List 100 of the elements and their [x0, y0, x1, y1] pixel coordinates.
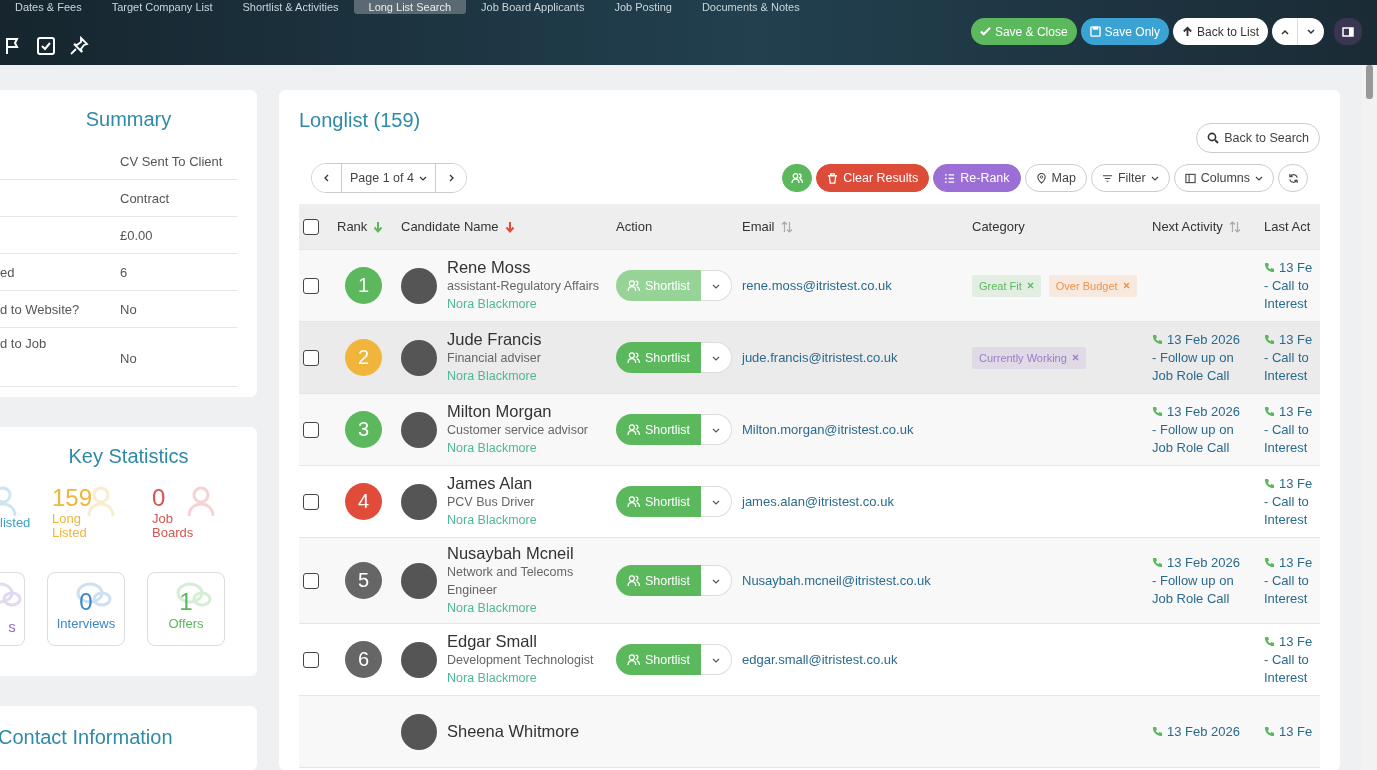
- email-link[interactable]: Nusaybah.mcneil@itristest.co.uk: [742, 573, 931, 588]
- sort-icon[interactable]: [780, 220, 793, 233]
- tab[interactable]: Shortlist & Activities: [227, 0, 354, 14]
- column-header[interactable]: Email: [742, 219, 775, 234]
- filter-icon: [1101, 172, 1113, 184]
- stat-card[interactable]: 0 Interviews: [47, 572, 125, 646]
- email-link[interactable]: Milton.morgan@itristest.co.uk: [742, 422, 914, 437]
- avatar-photo-placeholder: [401, 483, 437, 520]
- tab[interactable]: Documents & Notes: [686, 0, 815, 14]
- toolbar-button[interactable]: Re-Rank: [933, 164, 1021, 192]
- tab[interactable]: Long List Search: [353, 0, 467, 14]
- avatar-photo-placeholder: [401, 411, 437, 448]
- table-row[interactable]: 2 Jude Francis Financial adviser Nora Blackmore Shortlist jude.francis@itristest.co.uk Currently Working 13 Feb 2026 - Follow up on Job Role Call 13 Fe - Call to Interest: [299, 322, 1320, 394]
- activity-text[interactable]: - Follow up on Job Role Call: [1152, 571, 1252, 608]
- candidate-name[interactable]: Nusaybah Mcneil: [447, 544, 607, 563]
- avatar-photo-placeholder: [401, 641, 437, 678]
- table-row[interactable]: 5 Nusaybah Mcneil Network and Telecoms Engineer Nora Blackmore Shortlist Nusaybah.mcneil@itristest.co.uk 13 Feb 2026 - Follow up on Job Role Call 13 Fe - Call to Interest: [299, 538, 1320, 624]
- table-row[interactable]: 3 Milton Morgan Customer service advisor Nora Blackmore Shortlist Milton.morgan@itristest.co.uk 13 Feb 2026 - Follow up on Job Role Call 13 Fe - Call to Interest: [299, 394, 1320, 466]
- header-button[interactable]: Back to List: [1172, 18, 1268, 45]
- toolbar-button[interactable]: Map: [1024, 164, 1087, 192]
- column-header[interactable]: Candidate Name: [401, 219, 499, 234]
- stat-card[interactable]: s: [0, 572, 25, 646]
- previous-page-button[interactable]: [312, 164, 342, 192]
- activity-text[interactable]: - Call to: [1264, 650, 1313, 669]
- avatar-photo-placeholder: [401, 562, 437, 599]
- scrollbar[interactable]: [1362, 65, 1377, 770]
- back-to-search-button[interactable]: Back to Search: [1196, 123, 1320, 153]
- row-checkbox[interactable]: [303, 493, 319, 510]
- activity-text[interactable]: - Call to: [1264, 348, 1313, 367]
- search-icon: [1207, 132, 1220, 144]
- activity-text[interactable]: Interest: [1264, 668, 1313, 687]
- activity-date[interactable]: 13 Fe: [1279, 474, 1313, 493]
- activity-date[interactable]: 13 Fe: [1279, 553, 1313, 572]
- row-checkbox[interactable]: [303, 651, 319, 668]
- phone-icon: [1152, 726, 1163, 737]
- people-icon: [626, 423, 640, 436]
- candidate-name[interactable]: Sheena Whitmore: [447, 722, 607, 741]
- column-header[interactable]: Action: [616, 219, 653, 234]
- email-link[interactable]: edgar.small@itristest.co.uk: [742, 652, 898, 667]
- activity-text[interactable]: Interest: [1264, 589, 1313, 608]
- rank-badge: 2: [345, 339, 382, 376]
- activity-text[interactable]: - Follow up on Job Role Call: [1152, 420, 1252, 457]
- rank-badge: 6: [345, 641, 382, 678]
- candidate-name[interactable]: James Alan: [447, 474, 607, 493]
- activity-text[interactable]: - Call to: [1264, 492, 1313, 511]
- column-header[interactable]: Last Act: [1264, 219, 1311, 234]
- row-checkbox[interactable]: [303, 349, 319, 366]
- job-title: Customer service advisor: [447, 422, 589, 439]
- job-title: PCV Bus Driver: [447, 494, 536, 511]
- column-header[interactable]: Rank: [337, 219, 368, 234]
- activity-text[interactable]: - Follow up on Job Role Call: [1152, 348, 1252, 385]
- checkbox-icon[interactable]: [36, 35, 56, 56]
- column-header[interactable]: Next Activity: [1152, 219, 1223, 234]
- table-row[interactable]: Sheena Whitmore 13 Feb 2026 13 Fe: [299, 696, 1320, 768]
- chevron-down-icon: [1306, 26, 1316, 37]
- candidate-name[interactable]: Jude Francis: [447, 330, 607, 349]
- tab[interactable]: Dates & Fees: [0, 0, 97, 14]
- sort-down-arrow-icon[interactable]: [504, 220, 515, 233]
- email-link[interactable]: james.alan@itristest.co.uk: [742, 494, 894, 509]
- toolbar-button[interactable]: Filter: [1090, 164, 1170, 192]
- tab[interactable]: Target Company List: [96, 0, 228, 14]
- remove-icon[interactable]: [1071, 354, 1079, 361]
- activity-date[interactable]: 13 Feb 2026: [1167, 553, 1240, 572]
- dropdown-button[interactable]: [701, 644, 732, 675]
- dropdown-button[interactable]: [701, 342, 732, 373]
- candidate-name[interactable]: Edgar Small: [447, 632, 607, 651]
- activity-text[interactable]: - Call to: [1264, 420, 1313, 439]
- activity-date[interactable]: 13 Fe: [1279, 632, 1313, 651]
- activity-date[interactable]: 13 Feb 2026: [1167, 722, 1240, 741]
- panel-toggle-button[interactable]: [1334, 18, 1362, 45]
- dropdown-button[interactable]: [701, 565, 732, 596]
- column-header[interactable]: Category: [972, 219, 1025, 234]
- activity-date[interactable]: 13 Fe: [1279, 402, 1313, 421]
- refresh-button[interactable]: [1278, 164, 1308, 192]
- phone-icon: [1152, 334, 1163, 345]
- tab[interactable]: Job Posting: [599, 0, 687, 14]
- activity-text[interactable]: Interest: [1264, 366, 1313, 385]
- row-checkbox[interactable]: [303, 572, 319, 589]
- activity-date[interactable]: 13 Feb 2026: [1167, 330, 1240, 349]
- field-label: d to Website?: [0, 301, 80, 317]
- toolbar-button[interactable]: Columns: [1173, 164, 1274, 192]
- activity-text[interactable]: - Call to: [1264, 571, 1313, 590]
- dropdown-button[interactable]: [701, 486, 732, 517]
- pin-icon[interactable]: [69, 35, 89, 56]
- toolbar-button[interactable]: Clear Results: [816, 164, 930, 192]
- email-link[interactable]: jude.francis@itristest.co.uk: [742, 350, 898, 365]
- activity-date[interactable]: 13 Fe: [1279, 330, 1313, 349]
- sort-down-arrow-icon[interactable]: [373, 220, 384, 233]
- sort-icon[interactable]: [1228, 220, 1241, 233]
- shortlist-people-button[interactable]: [782, 164, 813, 192]
- activity-date[interactable]: 13 Feb 2026: [1167, 402, 1240, 421]
- dropdown-button[interactable]: [701, 414, 732, 445]
- select-all-checkbox[interactable]: [303, 218, 319, 235]
- stat-label: Interviews: [56, 615, 116, 631]
- candidate-name[interactable]: Milton Morgan: [447, 402, 607, 421]
- activity-text[interactable]: Interest: [1264, 438, 1313, 457]
- activity-date[interactable]: 13 Fe: [1279, 722, 1313, 741]
- tab[interactable]: Job Board Applicants: [466, 0, 600, 14]
- activity-text[interactable]: Interest: [1264, 510, 1313, 529]
- row-checkbox[interactable]: [303, 421, 319, 438]
